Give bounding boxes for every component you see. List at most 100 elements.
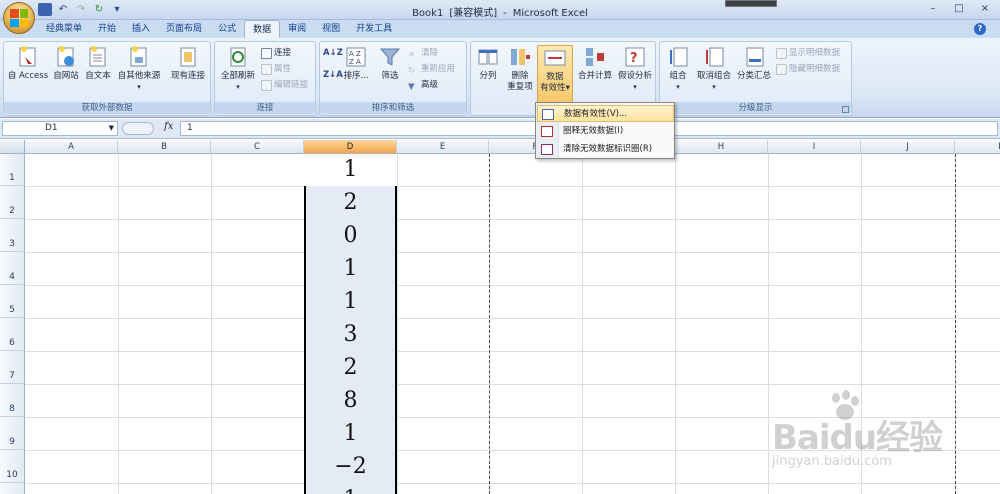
tab-classic-menu[interactable]: 经典菜单 <box>38 20 90 38</box>
page-break-line <box>955 154 956 494</box>
name-box[interactable]: D1 ▼ <box>2 121 118 136</box>
row-header[interactable]: 6 <box>0 318 25 351</box>
watermark-url: jingyan.baidu.com <box>772 454 892 469</box>
group-get-external-data: 自 Access 自网站 自文本 自其他来源 ▾ 现有连接 获取外部数据 <box>3 41 211 116</box>
svg-text:A Z: A Z <box>349 50 361 58</box>
access-icon <box>16 45 40 69</box>
cell-d-value[interactable]: −2 <box>304 452 397 485</box>
text-to-columns-button[interactable]: 分列 <box>474 45 502 82</box>
column-header-e[interactable]: E <box>397 140 489 154</box>
remove-duplicates-icon <box>508 45 532 69</box>
show-detail-button[interactable]: 显示明细数据 <box>776 46 840 60</box>
row-header[interactable]: 5 <box>0 285 25 318</box>
menu-item-clear-circles[interactable]: 清除无效数据标识圈(R) <box>537 141 674 158</box>
from-other-sources-button[interactable]: 自其他来源 ▾ <box>114 45 164 93</box>
column-header-c[interactable]: C <box>211 140 304 154</box>
group-icon <box>666 45 690 69</box>
column-header-h[interactable]: H <box>675 140 768 154</box>
properties-button[interactable]: 属性 <box>261 62 291 76</box>
tab-formulas[interactable]: 公式 <box>210 20 244 38</box>
grid-row-line <box>25 285 1000 286</box>
column-header-k[interactable]: K <box>955 140 1000 154</box>
group-outline: 组合 ▾ 取消组合 ▾ 分类汇总 显示明细数据 隐藏明细数据 分级显示 <box>659 41 852 116</box>
cell-d-value[interactable]: 1 <box>304 485 397 494</box>
hide-detail-button[interactable]: 隐藏明细数据 <box>776 62 840 76</box>
edit-links-button[interactable]: 编辑链接 <box>261 78 308 92</box>
tab-view[interactable]: 视图 <box>314 20 348 38</box>
from-text-button[interactable]: 自文本 <box>82 45 114 82</box>
cell-d-value[interactable]: 1 <box>304 287 397 320</box>
office-button[interactable] <box>3 2 35 34</box>
consolidate-button[interactable]: 合并计算 <box>575 45 615 82</box>
reapply-button[interactable]: ↻ 重新应用 <box>408 62 455 76</box>
group-button[interactable]: 组合 ▾ <box>663 45 693 93</box>
clear-filter-button[interactable]: ✕ 清除 <box>408 46 438 60</box>
group-label-get-external: 获取外部数据 <box>4 102 210 114</box>
select-all-corner[interactable] <box>0 140 25 154</box>
tab-developer[interactable]: 开发工具 <box>348 20 400 38</box>
data-validation-button[interactable]: 数据 有效性▾ <box>537 45 573 103</box>
row-header[interactable]: 10 <box>0 450 25 483</box>
close-button[interactable]: × <box>972 0 998 18</box>
data-validation-menu-icon <box>542 109 554 120</box>
page-break-line <box>489 154 490 494</box>
insert-function-button[interactable]: fx <box>164 121 173 132</box>
name-box-dropdown-icon[interactable]: ▼ <box>109 122 114 135</box>
row-header[interactable]: 8 <box>0 384 25 417</box>
help-icon[interactable]: ? <box>974 23 986 35</box>
menu-item-data-validation[interactable]: 数据有效性(V)... <box>537 105 674 122</box>
from-web-button[interactable]: 自网站 <box>50 45 82 82</box>
row-header[interactable]: 7 <box>0 351 25 384</box>
cell-d-value[interactable]: 3 <box>304 320 397 353</box>
row-header[interactable]: 3 <box>0 219 25 252</box>
connections-button[interactable]: 连接 <box>261 46 291 60</box>
column-header-a[interactable]: A <box>25 140 118 154</box>
column-header-j[interactable]: J <box>861 140 955 154</box>
tab-page-layout[interactable]: 页面布局 <box>158 20 210 38</box>
cell-d-value[interactable]: 2 <box>304 353 397 386</box>
sort-button[interactable]: A ZZ A 排序... <box>340 45 372 82</box>
column-header-i[interactable]: I <box>768 140 861 154</box>
row-number: 4 <box>9 272 15 282</box>
row-number: 7 <box>9 371 15 381</box>
minimize-button[interactable]: – <box>920 0 946 18</box>
filter-icon <box>378 45 402 69</box>
ungroup-button[interactable]: 取消组合 ▾ <box>694 45 734 93</box>
row-header[interactable]: 1 <box>0 154 25 186</box>
from-access-button[interactable]: 自 Access <box>6 45 50 82</box>
column-header-d[interactable]: D <box>304 140 397 154</box>
remove-duplicates-button[interactable]: 删除 重复项 <box>504 45 536 93</box>
tab-review[interactable]: 审阅 <box>280 20 314 38</box>
row-header[interactable]: 2 <box>0 186 25 219</box>
what-if-analysis-button[interactable]: ? 假设分析 ▾ <box>615 45 655 93</box>
cell-d-value[interactable]: 0 <box>304 221 397 254</box>
column-header-b[interactable]: B <box>118 140 211 154</box>
outline-dialog-launcher[interactable] <box>842 106 849 113</box>
cell-d-value[interactable]: 1 <box>304 156 397 188</box>
cell-d-value[interactable]: 1 <box>304 254 397 287</box>
what-if-icon: ? <box>623 45 647 69</box>
tab-insert[interactable]: 插入 <box>124 20 158 38</box>
refresh-all-button[interactable]: 全部刷新 ▾ <box>217 45 259 93</box>
cell-d-value[interactable]: 8 <box>304 386 397 419</box>
row-header[interactable]: 4 <box>0 252 25 285</box>
advanced-filter-button[interactable]: ▼ 高级 <box>408 78 438 92</box>
grid-col-line <box>118 154 119 494</box>
cell-d-value[interactable]: 2 <box>304 188 397 221</box>
subtotal-button[interactable]: 分类汇总 <box>734 45 774 82</box>
menu-item-circle-invalid[interactable]: 圈释无效数据(I) <box>537 123 674 140</box>
consolidate-icon <box>583 45 607 69</box>
tab-home[interactable]: 开始 <box>90 20 124 38</box>
taskbar-thumbnail <box>725 0 777 7</box>
grid-col-line <box>768 154 769 494</box>
maximize-button[interactable]: □ <box>946 0 972 18</box>
row-header[interactable]: 9 <box>0 417 25 450</box>
window-controls: – □ × <box>920 0 998 18</box>
formula-cancel-enter[interactable] <box>122 122 154 135</box>
cell-d-value[interactable]: 1 <box>304 419 397 452</box>
existing-connections-button[interactable]: 现有连接 <box>167 45 209 82</box>
row-header[interactable] <box>0 483 25 494</box>
filter-button[interactable]: 筛选 <box>376 45 404 82</box>
row-number: 10 <box>6 470 18 480</box>
tab-data[interactable]: 数据 <box>244 20 281 38</box>
